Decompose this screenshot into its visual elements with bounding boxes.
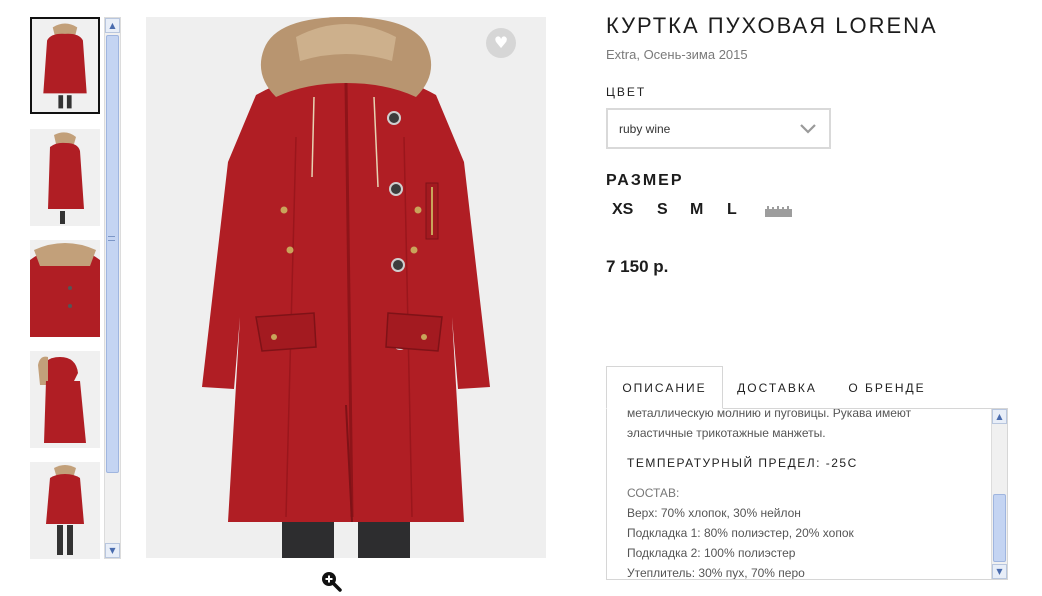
thumbnail-detail[interactable] (30, 240, 100, 337)
thumbnail-full-image (30, 462, 100, 559)
description-line: металлическую молнию и пуговицы. Рукава … (627, 408, 912, 420)
size-option-m[interactable]: M (690, 201, 703, 219)
thumbnail-back[interactable] (30, 351, 100, 448)
thumbnail-full[interactable] (30, 462, 100, 559)
heart-icon[interactable]: ♥ (486, 28, 516, 58)
scrollbar-thumb[interactable] (993, 494, 1006, 562)
tab-about-brand[interactable]: О БРЕНДЕ (837, 366, 937, 409)
thumbnail-list (30, 17, 102, 559)
chevron-down-icon (800, 124, 816, 134)
description-content: металлическую молнию и пуговицы. Рукава … (627, 408, 987, 580)
composition-line: Утеплитель: 30% пух, 70% перо (627, 566, 805, 580)
temperature-limit: ТЕМПЕРАТУРНЫЙ ПРЕДЕЛ: -25С (627, 456, 858, 470)
color-select-value: ruby wine (619, 122, 671, 136)
size-label: РАЗМЕР (606, 172, 684, 189)
scroll-up-arrow-icon[interactable]: ▲ (105, 18, 120, 33)
size-option-s[interactable]: S (657, 201, 668, 219)
scrollbar-grip (108, 236, 115, 241)
color-label: ЦВЕТ (606, 85, 647, 99)
thumbnail-scrollbar[interactable]: ▲ ▼ (104, 17, 121, 559)
description-panel[interactable]: металлическую молнию и пуговицы. Рукава … (606, 408, 1008, 580)
scroll-down-arrow-icon[interactable]: ▼ (105, 543, 120, 558)
thumbnail-back-image (30, 351, 100, 448)
composition-line: Подкладка 2: 100% полиэстер (627, 546, 796, 560)
scroll-down-arrow-icon[interactable]: ▼ (992, 564, 1007, 579)
scroll-up-arrow-icon[interactable]: ▲ (992, 409, 1007, 424)
thumbnail-detail-image (30, 240, 100, 337)
product-subtitle: Extra, Осень-зима 2015 (606, 47, 748, 62)
thumbnail-front[interactable] (30, 17, 100, 114)
composition-line: Верх: 70% хлопок, 30% нейлон (627, 506, 801, 520)
main-product-image[interactable] (146, 17, 546, 558)
size-option-l[interactable]: L (727, 201, 737, 219)
size-option-xs[interactable]: XS (612, 201, 633, 219)
composition-title: СОСТАВ: (627, 486, 680, 500)
tab-description[interactable]: ОПИСАНИЕ (606, 366, 723, 409)
product-title: КУРТКА ПУХОВАЯ LORENA (606, 13, 938, 38)
description-scrollbar[interactable]: ▲ ▼ (991, 409, 1007, 579)
tab-delivery[interactable]: ДОСТАВКА (727, 366, 827, 409)
product-price: 7 150 р. (606, 257, 669, 276)
coat-photo (146, 17, 546, 558)
zoom-in-icon[interactable] (320, 570, 342, 592)
composition-line: Подкладка 1: 80% полиэстер, 20% хопок (627, 526, 854, 540)
ruler-icon[interactable] (765, 205, 792, 217)
color-select[interactable]: ruby wine (606, 108, 831, 149)
thumbnail-side[interactable] (30, 129, 100, 226)
thumbnail-side-image (30, 129, 100, 226)
description-line: эластичные трикотажные манжеты. (627, 426, 826, 440)
scrollbar-thumb[interactable] (106, 35, 119, 473)
thumbnail-front-image (32, 19, 98, 112)
